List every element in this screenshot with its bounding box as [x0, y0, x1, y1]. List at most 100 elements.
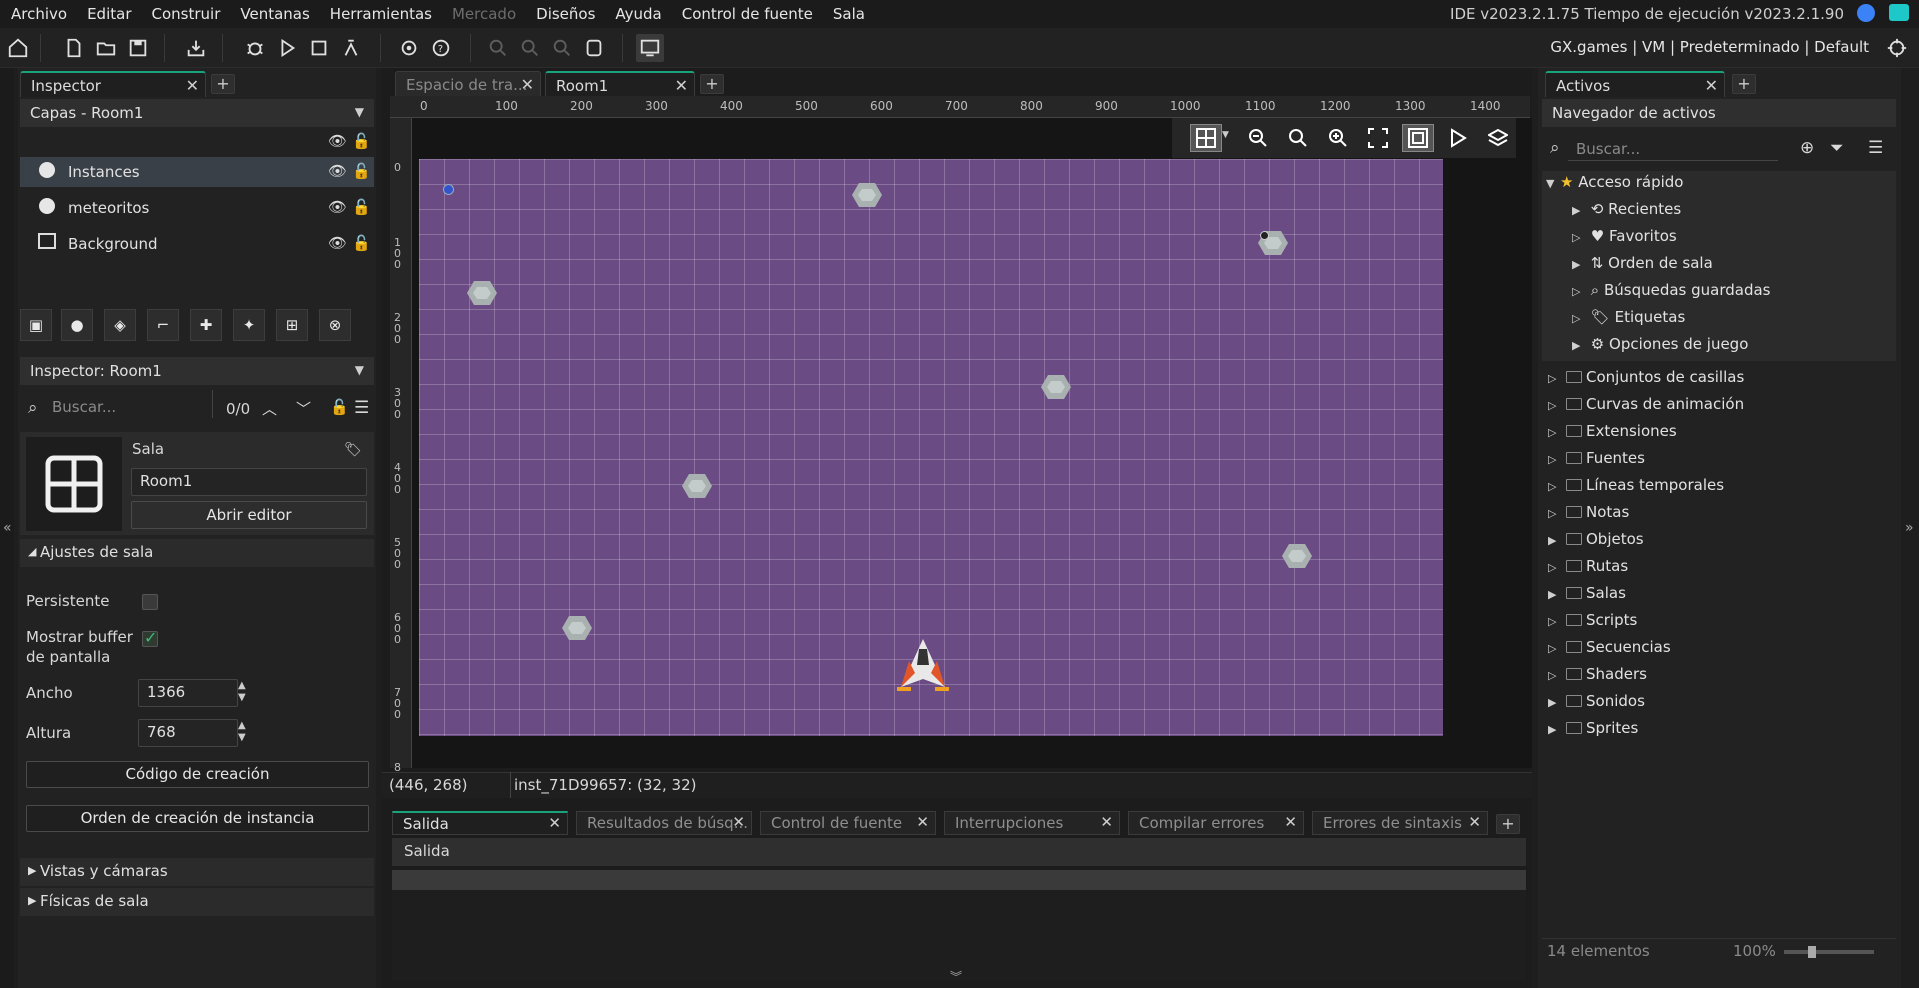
open-editor-button[interactable]: Abrir editor	[131, 501, 367, 529]
eye-icon[interactable]: 👁	[328, 132, 347, 150]
chat-icon[interactable]	[1889, 4, 1909, 21]
collapse-right-icon[interactable]: »	[1905, 520, 1914, 536]
add-effect-layer-icon[interactable]: ✦	[233, 309, 265, 341]
asset-folder[interactable]: ▶ Sonidos	[1548, 692, 1645, 710]
menu-editar[interactable]: Editar	[76, 5, 140, 23]
chevron-down-icon[interactable]: ▼	[355, 363, 364, 377]
home-icon[interactable]	[4, 34, 32, 62]
close-icon[interactable]: ✕	[1468, 813, 1481, 831]
instance-order-button[interactable]: Orden de creación de instancia	[26, 805, 369, 832]
asset-folder[interactable]: ▷ Shaders	[1548, 665, 1647, 683]
eye-icon[interactable]: 👁	[328, 162, 347, 180]
tab-output[interactable]: Salida ✕	[392, 811, 568, 835]
tab-source-control[interactable]: Control de fuente ✕	[760, 811, 936, 835]
asset-folder[interactable]: ▷ Rutas	[1548, 557, 1628, 575]
tree-favoritos[interactable]: ▷ ♥ Favoritos	[1572, 227, 1677, 245]
stop-icon[interactable]	[305, 34, 333, 62]
lock-icon[interactable]: 🔓	[352, 198, 371, 216]
close-icon[interactable]: ✕	[1284, 813, 1297, 831]
menu-control-fuente[interactable]: Control de fuente	[671, 5, 822, 23]
monitor-icon[interactable]	[636, 34, 664, 62]
asset-folder[interactable]: ▷ Notas	[1548, 503, 1629, 521]
meteor-sprite[interactable]	[851, 181, 883, 209]
chevron-up-icon[interactable]: ︿	[262, 398, 277, 419]
close-icon[interactable]: ✕	[675, 76, 688, 95]
add-tab-button[interactable]: +	[211, 74, 235, 94]
room-canvas[interactable]	[419, 159, 1443, 736]
layer-name[interactable]: Instances	[68, 163, 140, 181]
menu-ayuda[interactable]: Ayuda	[604, 5, 670, 23]
layers-icon[interactable]	[1482, 124, 1514, 152]
new-file-icon[interactable]	[60, 34, 88, 62]
menu-construir[interactable]: Construir	[141, 5, 230, 23]
width-stepper[interactable]: ▲ ▼	[238, 680, 246, 704]
eye-icon[interactable]: 👁	[328, 234, 347, 252]
layers-header[interactable]: Capas - Room1 ▼	[20, 99, 374, 127]
zoom-reset-icon[interactable]	[1282, 124, 1314, 152]
save-icon[interactable]	[124, 34, 152, 62]
collapse-bottom-icon[interactable]: ︾	[950, 968, 962, 985]
close-icon[interactable]: ✕	[186, 76, 199, 95]
tab-assets[interactable]: Activos ✕	[1545, 71, 1725, 97]
add-instance-layer-icon[interactable]: ●	[61, 309, 93, 341]
add-path-layer-icon[interactable]: ⌐	[147, 309, 179, 341]
target-crosshair-icon[interactable]	[1883, 34, 1911, 62]
add-circle-icon[interactable]: ⊕	[1800, 138, 1814, 158]
asset-folder[interactable]: ▷ Curvas de animación	[1548, 395, 1744, 413]
meteor-sprite[interactable]	[466, 279, 498, 307]
play-icon[interactable]	[1442, 124, 1474, 152]
asset-folder[interactable]: ▶ Salas	[1548, 584, 1626, 602]
layer-name[interactable]: meteoritos	[68, 199, 149, 217]
add-asset-layer-icon[interactable]: ✚	[190, 309, 222, 341]
tab-compile-errors[interactable]: Compilar errores ✕	[1128, 811, 1304, 835]
meteor-sprite[interactable]	[561, 614, 593, 642]
meteor-sprite[interactable]	[1281, 542, 1313, 570]
eye-icon[interactable]: 👁	[328, 198, 347, 216]
menu-archivo[interactable]: Archivo	[0, 5, 76, 23]
views-section[interactable]: ▶ Vistas y cámaras	[20, 858, 374, 886]
tab-breakpoints[interactable]: Interrupciones ✕	[944, 811, 1120, 835]
meteor-sprite[interactable]	[1040, 373, 1072, 401]
zoom-slider[interactable]	[1784, 950, 1874, 954]
asset-folder[interactable]: ▷ Fuentes	[1548, 449, 1645, 467]
tree-opciones[interactable]: ▶ ⚙ Opciones de juego	[1572, 335, 1748, 353]
asset-search-input[interactable]: Buscar...	[1576, 140, 1640, 158]
add-tab-button[interactable]: +	[700, 74, 724, 94]
clean-icon[interactable]	[337, 34, 365, 62]
inspector-search-input[interactable]: Buscar...	[52, 398, 116, 416]
add-background-layer-icon[interactable]: ▣	[20, 309, 52, 341]
tab-inspector[interactable]: Inspector ✕	[20, 71, 206, 97]
height-stepper[interactable]: ▲ ▼	[238, 720, 246, 744]
instance-marker-icon[interactable]	[443, 184, 454, 195]
persistent-checkbox[interactable]	[142, 594, 158, 610]
zoom-out-icon[interactable]	[1242, 124, 1274, 152]
asset-folder[interactable]: ▷ Líneas temporales	[1548, 476, 1724, 494]
add-tab-button[interactable]: +	[1732, 74, 1756, 94]
add-folder-icon[interactable]: ⊞	[276, 309, 308, 341]
menu-disenos[interactable]: Diseños	[525, 5, 604, 23]
creation-code-button[interactable]: Código de creación	[26, 761, 369, 788]
lock-icon[interactable]: 🔓	[352, 234, 371, 252]
tab-syntax-errors[interactable]: Errores de sintaxis ✕	[1312, 811, 1488, 835]
lock-icon[interactable]: 🔓	[352, 162, 371, 180]
asset-folder[interactable]: ▶ Sprites	[1548, 719, 1638, 737]
close-icon[interactable]: ✕	[1100, 813, 1113, 831]
close-icon[interactable]: ✕	[548, 814, 561, 832]
menu-icon[interactable]: ☰	[1868, 138, 1883, 158]
room-bounds-icon[interactable]	[1402, 124, 1434, 152]
tab-workspace[interactable]: Espacio de tra... ✕	[395, 71, 541, 97]
physics-section[interactable]: ▶ Físicas de sala	[20, 888, 374, 916]
chevron-down-icon[interactable]: ▼	[355, 105, 364, 119]
settings-gear-icon[interactable]	[395, 34, 423, 62]
zoom-slider-handle[interactable]	[1808, 946, 1816, 958]
close-icon[interactable]: ✕	[732, 813, 745, 831]
close-icon[interactable]: ✕	[521, 75, 534, 94]
tree-orden-sala[interactable]: ▶ ⇅ Orden de sala	[1572, 254, 1713, 272]
menu-ventanas[interactable]: Ventanas	[229, 5, 318, 23]
close-icon[interactable]: ✕	[916, 813, 929, 831]
chevron-down-icon[interactable]: ▼	[1222, 130, 1229, 140]
room-settings-section[interactable]: ◢ Ajustes de sala	[20, 539, 374, 567]
open-folder-icon[interactable]	[92, 34, 120, 62]
asset-folder[interactable]: ▶ Objetos	[1548, 530, 1644, 548]
inspector-header[interactable]: Inspector: Room1 ▼	[20, 357, 374, 385]
